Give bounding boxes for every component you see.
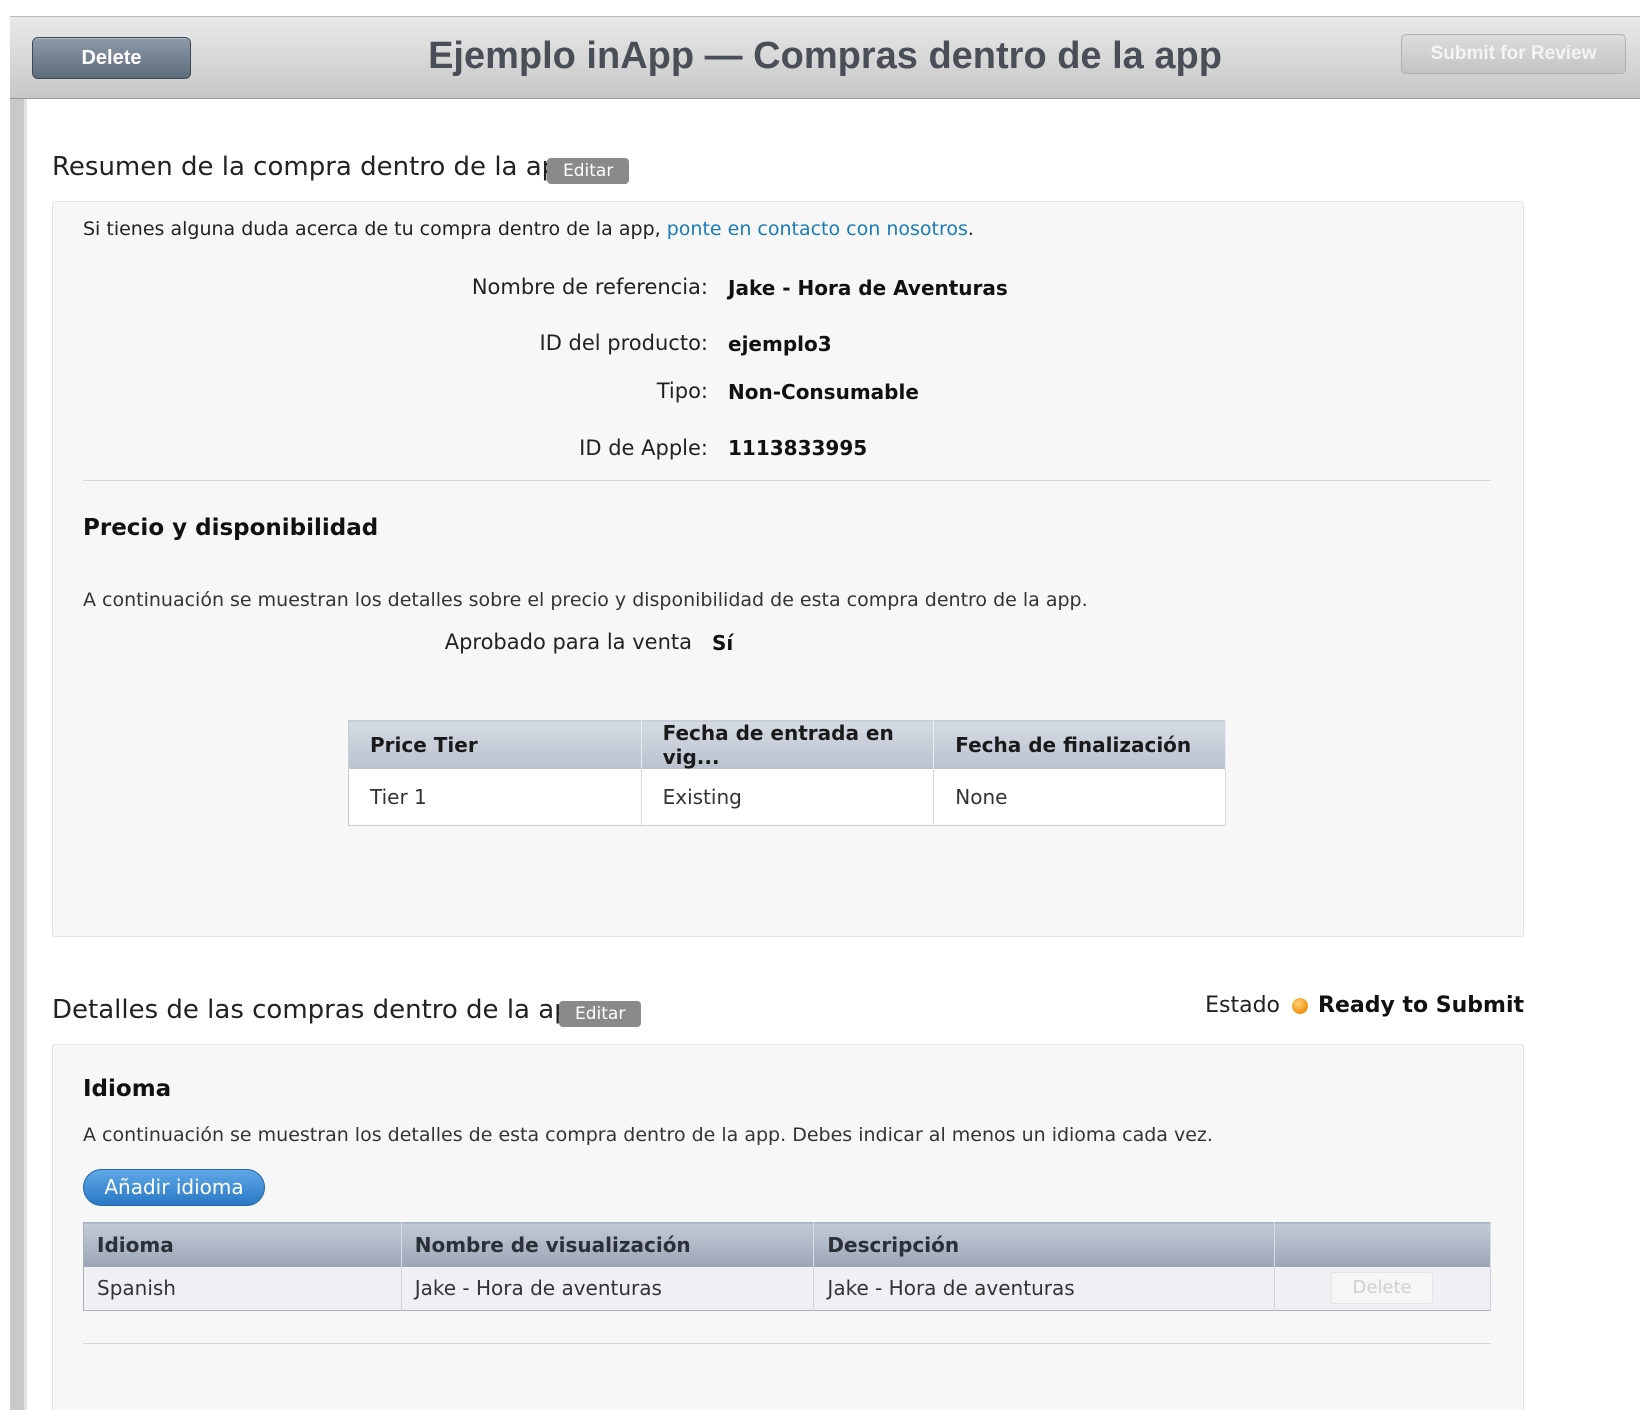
effective-date-cell: Existing — [641, 769, 935, 825]
contact-prefix: Si tienes alguna duda acerca de tu compr… — [83, 218, 667, 240]
summary-panel — [52, 201, 1524, 937]
apple-id-value: 1113833995 — [728, 436, 868, 460]
language-cell: Spanish — [83, 1266, 402, 1311]
contact-suffix: . — [967, 218, 974, 240]
type-label: Tipo: — [656, 379, 708, 403]
description-cell: Jake - Hora de aventuras — [813, 1266, 1276, 1311]
details-edit-button[interactable]: Editar — [559, 1001, 642, 1027]
page-title: Ejemplo inApp — Compras dentro de la app — [428, 35, 1222, 77]
product-id-label: ID del producto: — [539, 331, 709, 355]
type-value: Non-Consumable — [728, 380, 919, 404]
add-language-button[interactable]: Añadir idioma — [83, 1169, 265, 1206]
status-dot-icon — [1292, 997, 1309, 1014]
actions-cell: Delete — [1274, 1266, 1491, 1311]
apple-id-label: ID de Apple: — [579, 436, 708, 460]
description-header[interactable]: Descripción — [813, 1222, 1276, 1267]
details-section-title: Detalles de las compras dentro de la app — [52, 995, 588, 1025]
language-description: A continuación se muestran los detalles … — [83, 1124, 1213, 1146]
display-name-header[interactable]: Nombre de visualización — [401, 1222, 815, 1267]
approved-value: Sí — [712, 631, 734, 655]
display-name-cell: Jake - Hora de aventuras — [401, 1266, 815, 1311]
row-delete-button[interactable]: Delete — [1331, 1272, 1434, 1305]
contact-link[interactable]: ponte en contacto con nosotros — [667, 218, 968, 240]
end-date-header[interactable]: Fecha de finalización — [933, 720, 1226, 769]
status-value: Ready to Submit — [1318, 993, 1524, 1018]
details-divider — [83, 1343, 1491, 1344]
actions-header — [1274, 1222, 1491, 1267]
submit-for-review-button[interactable]: Submit for Review — [1401, 34, 1626, 74]
summary-divider — [83, 480, 1491, 481]
pricing-title: Precio y disponibilidad — [83, 515, 379, 541]
product-id-value: ejemplo3 — [728, 332, 832, 356]
language-title: Idioma — [83, 1076, 172, 1102]
summary-edit-button[interactable]: Editar — [547, 158, 630, 184]
status-indicator: Estado Ready to Submit — [1205, 993, 1524, 1018]
effective-date-header[interactable]: Fecha de entrada en vig... — [641, 720, 935, 769]
table-row[interactable]: Spanish Jake - Hora de aventuras Jake - … — [83, 1266, 1491, 1311]
toolbar: Delete Ejemplo inApp — Compras dentro de… — [10, 16, 1640, 99]
price-tier-header[interactable]: Price Tier — [348, 720, 642, 769]
language-header[interactable]: Idioma — [83, 1222, 402, 1267]
language-table: Idioma Nombre de visualización Descripci… — [83, 1222, 1491, 1311]
approved-label: Aprobado para la venta — [444, 630, 692, 654]
reference-name-value: Jake - Hora de Aventuras — [728, 276, 1008, 300]
price-table: Price Tier Fecha de entrada en vig... Fe… — [348, 720, 1226, 826]
reference-name-label: Nombre de referencia: — [471, 275, 708, 299]
contact-text: Si tienes alguna duda acerca de tu compr… — [83, 218, 974, 240]
pricing-description: A continuación se muestran los detalles … — [83, 589, 1088, 611]
price-tier-link[interactable]: Tier 1 — [348, 769, 642, 825]
table-row: Tier 1 Existing None — [348, 769, 1226, 825]
status-label: Estado — [1205, 993, 1281, 1018]
summary-section-title: Resumen de la compra dentro de la app — [52, 152, 575, 182]
end-date-cell: None — [933, 769, 1226, 825]
